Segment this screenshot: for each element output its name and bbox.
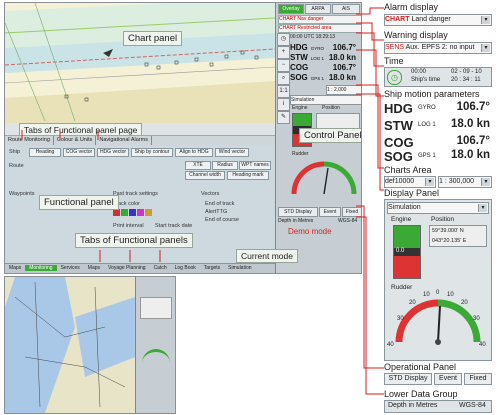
position-box: 59°39.000' N 043°20.135' E [429,225,487,247]
position-lon: 043°20.135' E [432,238,467,244]
engine-value: 0.0 [396,248,405,254]
rudder-tick-20-right: 20 [461,300,468,306]
warning-dropdown-icon[interactable]: ▾ [481,44,490,52]
alarm-text: Land danger [411,16,451,23]
rudder-tick-10-left: 10 [423,292,430,298]
alarm-display-combo[interactable]: CHART Land danger ▾ [384,14,492,26]
position-lat: 59°39.000' N [432,228,464,234]
engine-gauge: 0.0 [393,225,421,279]
alarm-dropdown-icon[interactable]: ▾ [481,16,490,24]
secondary-control-panel [135,277,175,413]
lower-data-group: Depth in Metres WGS-84 [384,400,492,413]
time-local: 00:00 [411,69,427,75]
event-button[interactable]: Event [434,373,462,385]
clock-icon[interactable]: ◷ [387,70,402,85]
scale-dropdown-icon[interactable]: ▾ [481,178,490,186]
lower-data-group-title: Lower Data Group [384,389,458,399]
time-date: 02 - 09 - 10 [451,69,482,75]
rudder-tick-30-right: 30 [473,316,480,322]
rudder-tick-20-left: 20 [409,300,416,306]
secondary-rudder-gauge [142,349,170,366]
time-label: Ship's time [411,77,441,83]
rudder-tick-40-left: 40 [387,342,394,348]
operational-panel-title: Operational Panel [384,362,457,372]
engine-label: Engine [391,216,412,223]
display-mode-dropdown-icon[interactable]: ▾ [478,204,487,212]
alarm-tag: CHART [385,16,410,23]
chart-id-combo[interactable]: def10000 ▾ [384,176,436,188]
position-label: Position [431,216,455,223]
display-panel-title: Display Panel [384,188,440,198]
time-title: Time [384,56,404,66]
alarm-display-title: Alarm display [384,2,439,12]
depth-label: Depth in Metres [388,402,438,409]
warning-display-title: Warning display [384,30,448,40]
time-clock: 20 : 34 : 11 [451,77,481,83]
rudder-tick-0: 0 [436,290,440,296]
secondary-chart [5,277,135,413]
fixed-button[interactable]: Fixed [464,373,492,385]
motion-hdg-row: HDG GYRO 106.7° [384,101,490,116]
rudder-gauge [395,299,481,345]
rudder-label: Rudder [391,284,413,291]
rudder-tick-30-left: 30 [397,316,404,322]
warning-display-combo[interactable]: SENS Aux. EPFS 2: no input ▾ [384,42,492,54]
rudder-tick-10-right: 10 [447,292,454,298]
secondary-screenshot [4,276,176,414]
scale-value: 1 : 300,000 [439,178,475,185]
scale-combo[interactable]: 1 : 300,000 ▾ [438,176,492,188]
display-mode-value: Simulation [388,204,421,211]
chart-id: def10000 [385,178,415,185]
rudder-tick-40-right: 40 [479,342,486,348]
display-panel: Simulation ▾ Engine Position 0.0 59°39.0… [384,199,492,361]
datum-label: WGS-84 [459,402,486,409]
motion-stw-row: STW LOG 1 18.0 kn [384,118,490,133]
chart-id-dropdown-icon[interactable]: ▾ [425,178,434,186]
warning-text: Aux. EPFS 2: no input [405,44,475,51]
time-panel: ◷ 00:00 02 - 09 - 10 Ship's time 20 : 34… [384,67,492,87]
motion-title: Ship motion parameters [384,89,480,99]
warning-tag: SENS [385,44,405,51]
motion-sog-row: SOG GPS 1 18.0 kn [384,149,490,164]
std-display-button[interactable]: STD Display [384,373,432,385]
secondary-display [140,297,172,319]
display-mode-combo[interactable]: Simulation ▾ [387,202,489,214]
charts-area-title: Charts Area [384,165,432,175]
